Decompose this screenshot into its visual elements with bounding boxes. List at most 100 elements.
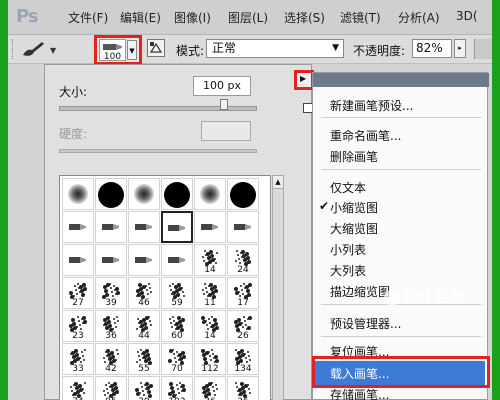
opacity-slider-button[interactable]: ▸ <box>454 39 466 58</box>
brush-preset-cell[interactable]: 11 <box>194 277 226 309</box>
brush-preset-cell[interactable] <box>161 211 193 243</box>
photoshop-window: Ps 文件(F) 编辑(E) 图像(I) 图层(L) 选择(S) 滤镜(T) 分… <box>8 0 492 400</box>
brush-preset-cell[interactable] <box>194 178 226 210</box>
brush-tip-icon <box>201 222 219 232</box>
brush-preset-picker[interactable]: 100 ▼ <box>94 35 142 65</box>
brush-tip-icon <box>135 222 153 232</box>
brush-preset-cell[interactable] <box>161 244 193 276</box>
menu-filter[interactable]: 滤镜(T) <box>340 9 381 26</box>
brush-preset-cell[interactable]: 95 <box>95 376 127 400</box>
grip-handle[interactable] <box>12 39 16 59</box>
brush-preset-cell[interactable]: 44 <box>128 310 160 342</box>
menu-item-delete-brush[interactable]: 删除画笔 <box>330 148 378 165</box>
brush-panel-toggle-icon[interactable] <box>147 39 165 57</box>
brush-preset-cell[interactable] <box>95 211 127 243</box>
menu-item-text-only[interactable]: 仅文本 <box>330 179 366 196</box>
brush-preset-cell[interactable]: 192 <box>161 376 193 400</box>
brush-preset-cell[interactable]: 23 <box>62 310 94 342</box>
brush-grid-scrollbar[interactable]: ▲ <box>272 175 284 400</box>
menu-3d[interactable]: 3D( <box>456 9 478 23</box>
hardness-input <box>201 121 251 141</box>
brush-preset-cell[interactable] <box>95 244 127 276</box>
menu-item-save-brushes[interactable]: 存储画笔... <box>330 386 389 400</box>
brush-preset-cell[interactable] <box>62 211 94 243</box>
brush-size-label: 55 <box>138 364 150 374</box>
menu-layer[interactable]: 图层(L) <box>228 9 268 26</box>
menu-item-small-list[interactable]: 小列表 <box>330 241 366 258</box>
brush-size-label: 39 <box>105 298 117 308</box>
brush-preset-cell[interactable] <box>128 178 160 210</box>
brush-preset-cell[interactable]: 60 <box>161 310 193 342</box>
brush-preset-cell[interactable] <box>161 178 193 210</box>
brush-preset-cell[interactable] <box>128 244 160 276</box>
size-slider-thumb[interactable] <box>219 99 228 110</box>
brush-preset-cell[interactable] <box>227 178 259 210</box>
scroll-up-icon[interactable]: ▲ <box>273 176 283 189</box>
menu-image[interactable]: 图像(I) <box>174 9 211 26</box>
brush-preset-cell[interactable]: 39 <box>95 277 127 309</box>
hard-round-brush-icon <box>230 182 256 208</box>
brush-preset-cell[interactable]: 17 <box>227 277 259 309</box>
brush-preset-cell[interactable] <box>62 178 94 210</box>
menu-item-large-thumbnail[interactable]: 大缩览图 <box>330 220 378 237</box>
brush-tip-icon <box>168 223 186 233</box>
hard-round-brush-icon <box>98 182 124 208</box>
menu-edit[interactable]: 编辑(E) <box>120 9 161 26</box>
mode-value: 正常 <box>212 41 237 55</box>
brush-preset-cell[interactable]: 29 <box>128 376 160 400</box>
brush-size-readout: 100 <box>103 52 122 62</box>
size-label: 大小: <box>59 85 88 99</box>
menu-separator <box>321 169 481 170</box>
brush-size-label: 36 <box>105 331 117 341</box>
opacity-label: 不透明度: <box>353 44 406 58</box>
size-input[interactable]: 100 px <box>193 76 251 96</box>
hard-round-brush-icon <box>164 182 190 208</box>
menu-item-preset-manager[interactable]: 预设管理器... <box>330 315 401 332</box>
brush-preset-cell[interactable] <box>227 211 259 243</box>
brush-preset-cell[interactable]: 42 <box>95 343 127 375</box>
brush-preset-cell[interactable]: 33 <box>62 343 94 375</box>
brush-preset-cell[interactable] <box>95 178 127 210</box>
chevron-down-icon[interactable]: ▼ <box>127 40 137 60</box>
menu-item-large-list[interactable]: 大列表 <box>330 262 366 279</box>
menu-file[interactable]: 文件(F) <box>68 9 108 26</box>
brush-preset-cell[interactable]: 55 <box>128 343 160 375</box>
brush-size-label: 70 <box>171 364 183 374</box>
brush-preset-cell[interactable]: 36 <box>95 310 127 342</box>
brush-preset-cell[interactable]: 70 <box>161 343 193 375</box>
annotation-highlight-box <box>312 356 490 388</box>
menu-analysis[interactable]: 分析(A) <box>398 9 440 26</box>
brush-grid-box: 14 24 27 39 46 59 11 17 23 36 44 60 14 26 33 42 55 70 112 1… <box>59 175 271 400</box>
options-bar-end <box>474 39 492 59</box>
brush-preset-cell[interactable]: 46 <box>128 277 160 309</box>
brush-tool-icon[interactable] <box>20 40 46 58</box>
brush-preset-cell[interactable]: 14 <box>194 310 226 342</box>
panel-menu-button[interactable]: ▶ <box>294 70 314 90</box>
brush-preset-cell[interactable] <box>194 211 226 243</box>
menu-item-small-thumbnail[interactable]: 小缩览图 <box>330 199 378 216</box>
brush-preset-cell[interactable]: 36 <box>194 376 226 400</box>
brush-preset-cell[interactable]: 36 <box>227 376 259 400</box>
brush-preset-cell[interactable] <box>62 244 94 276</box>
menu-select[interactable]: 选择(S) <box>284 9 325 26</box>
brush-preset-cell[interactable]: 26 <box>227 310 259 342</box>
brush-preset-cell[interactable]: 112 <box>194 343 226 375</box>
menu-item-rename-brush[interactable]: 重命名画笔... <box>330 127 401 144</box>
brush-preset-cell[interactable]: 134 <box>227 343 259 375</box>
brush-preset-cell[interactable]: 14 <box>194 244 226 276</box>
soft-round-brush-icon <box>200 184 220 204</box>
opacity-input[interactable]: 82% <box>412 39 452 58</box>
brush-preset-cell[interactable] <box>128 211 160 243</box>
brush-size-label: 27 <box>72 298 84 308</box>
mode-select[interactable]: 正常 ▼ <box>206 39 344 58</box>
brush-preset-cell[interactable]: 24 <box>227 244 259 276</box>
brush-preset-cell[interactable]: 59 <box>161 277 193 309</box>
menu-item-stroke-thumbnail[interactable]: 描边缩览图 <box>330 283 390 300</box>
checkmark-icon: ✔ <box>319 199 330 213</box>
menu-item-new-brush-preset[interactable]: 新建画笔预设... <box>330 97 413 114</box>
brush-tip-icon <box>69 255 87 265</box>
brush-preset-cell[interactable]: 27 <box>62 277 94 309</box>
brush-preset-cell[interactable]: 74 <box>62 376 94 400</box>
tool-preset-arrow-icon[interactable]: ▼ <box>50 46 56 55</box>
watermark-text: Bai 经验 <box>403 288 465 306</box>
